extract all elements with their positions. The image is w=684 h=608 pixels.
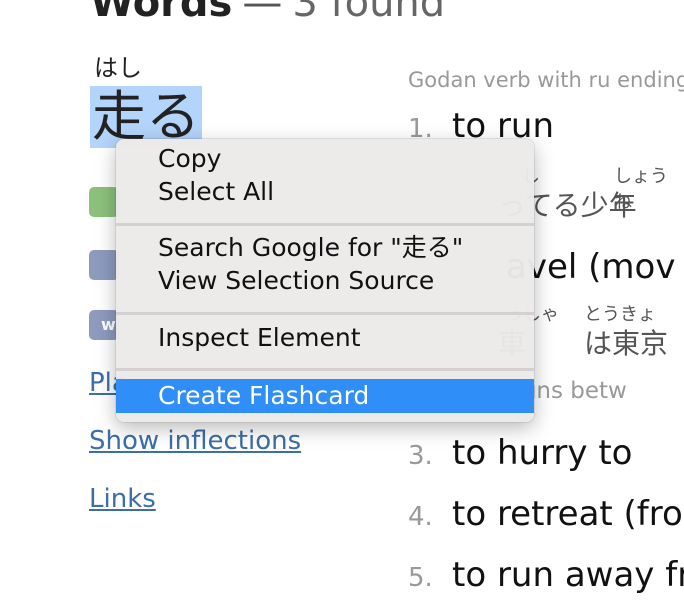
menu-item-select-all[interactable]: Select All: [116, 176, 534, 208]
meaning-text: to hurry to: [452, 433, 633, 473]
page-heading: Words — 3 found: [90, 0, 445, 26]
menu-item-search-google[interactable]: Search Google for "走る": [116, 232, 534, 264]
jlpt-tag: [89, 250, 119, 280]
menu-item-inspect-element[interactable]: Inspect Element: [116, 322, 534, 354]
meaning-number: 3.: [408, 441, 433, 471]
menu-divider: [116, 368, 534, 371]
heading-title: Words: [90, 0, 233, 26]
meaning-number: 5.: [408, 563, 433, 593]
wanikani-tag: w: [89, 310, 119, 340]
links-link[interactable]: Links: [89, 484, 156, 514]
word-furigana: はし: [94, 54, 142, 82]
show-inflections-link[interactable]: Show inflections: [89, 426, 301, 456]
heading-separator: —: [242, 0, 283, 26]
menu-divider: [116, 223, 534, 226]
menu-divider: [116, 312, 534, 315]
result-count: 3 found: [292, 0, 446, 26]
menu-item-view-selection-source[interactable]: View Selection Source: [116, 265, 534, 297]
example-sentence: は東京: [584, 327, 669, 360]
meaning-text: to run away fr: [452, 555, 684, 595]
meaning-text: to retreat (fron: [452, 494, 684, 534]
meaning-item: 3. to hurry to: [408, 433, 632, 473]
part-of-speech: Godan verb with ru ending: [408, 68, 684, 92]
meaning-item: 4. to retreat (fron: [408, 494, 684, 534]
menu-item-copy[interactable]: Copy: [116, 143, 534, 175]
context-menu: Copy Select All Search Google for "走る" V…: [116, 139, 534, 422]
meaning-item: 5. to run away fr: [408, 555, 684, 595]
meaning-number: 4.: [408, 502, 433, 532]
common-word-tag: [89, 187, 119, 217]
menu-item-create-flashcard[interactable]: Create Flashcard: [116, 379, 534, 413]
